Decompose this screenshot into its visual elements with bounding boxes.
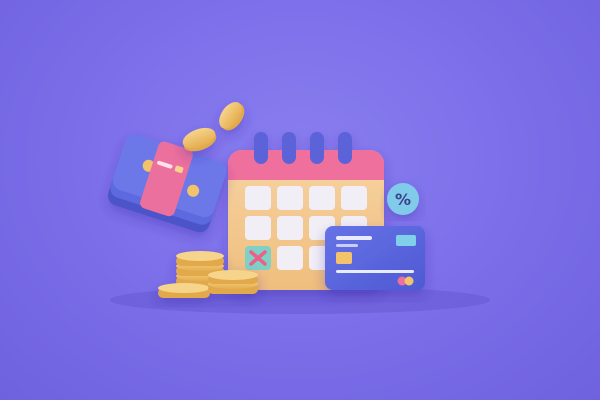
percent-sign: % bbox=[395, 190, 411, 209]
percent-badge-icon: % bbox=[387, 183, 419, 215]
illustration-scene: % bbox=[0, 0, 600, 400]
wallet-with-card-icon bbox=[107, 134, 227, 233]
credit-card-icon bbox=[325, 226, 425, 290]
scene-canvas: % bbox=[107, 101, 490, 314]
floating-coin-icon bbox=[182, 101, 245, 152]
calendar-cross-mark-icon bbox=[245, 246, 271, 270]
